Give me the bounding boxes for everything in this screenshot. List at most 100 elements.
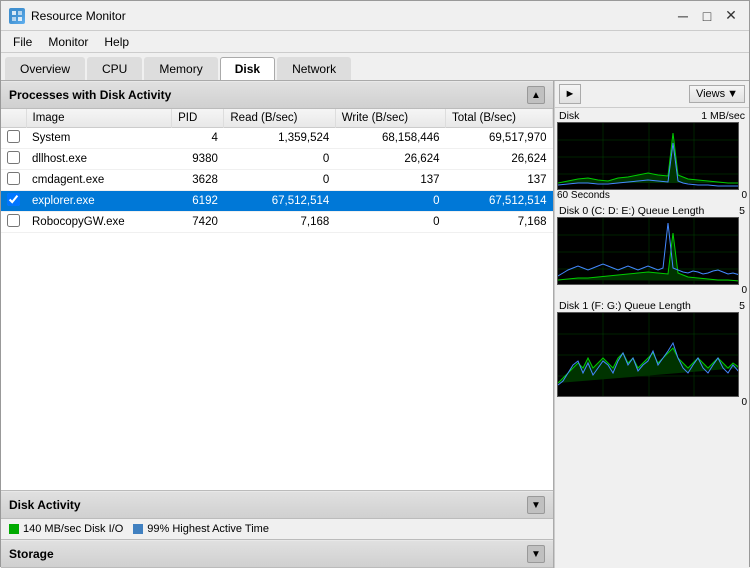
menu-help[interactable]: Help [96,33,137,51]
tab-disk[interactable]: Disk [220,57,275,80]
close-button[interactable]: ✕ [721,6,741,26]
tab-cpu[interactable]: CPU [87,57,142,80]
disk-io-dot [9,524,19,534]
views-dropdown-icon: ▼ [727,88,738,100]
processes-header[interactable]: Processes with Disk Activity ▲ [1,81,553,109]
table-header-row: Image PID Read (B/sec) Write (B/sec) Tot… [1,109,553,128]
chart-disk-time: 60 Seconds [557,190,610,201]
processes-section: Processes with Disk Activity ▲ Image PID… [1,81,553,490]
chart-disk-label-row: Disk 1 MB/sec [557,110,747,122]
chart-disk0: Disk 0 (C: D: E:) Queue Length 5 [557,205,747,296]
chart-disk-scale: 1 MB/sec [701,110,745,122]
tab-network[interactable]: Network [277,57,351,80]
chart-disk1: Disk 1 (F: G:) Queue Length 5 [557,300,747,408]
row-write: 0 [335,191,445,212]
chart-disk-svg [557,122,739,190]
chart-disk0-label: Disk 0 (C: D: E:) Queue Length [559,205,704,217]
row-write: 68,158,446 [335,128,445,149]
row-read: 1,359,524 [224,128,335,149]
active-time-indicator: 99% Highest Active Time [133,523,269,535]
row-read: 0 [224,149,335,170]
row-checkbox-cell [1,191,26,212]
chart-disk0-scale: 5 [739,205,745,217]
active-time-dot [133,524,143,534]
storage-header[interactable]: Storage ▼ [1,540,553,568]
row-total: 7,168 [446,212,553,233]
table-row[interactable]: System 4 1,359,524 68,158,446 69,517,970 [1,128,553,149]
disk-io-label: 140 MB/sec Disk I/O [23,523,123,535]
charts-area: Disk 1 MB/sec [555,108,749,568]
col-image[interactable]: Image [26,109,172,128]
row-write: 137 [335,170,445,191]
row-image: RobocopyGW.exe [26,212,172,233]
row-write: 0 [335,212,445,233]
disk-activity-header[interactable]: Disk Activity ▼ [1,491,553,519]
col-read[interactable]: Read (B/sec) [224,109,335,128]
views-label: Views [696,88,725,100]
row-pid: 4 [172,128,224,149]
table-row[interactable]: cmdagent.exe 3628 0 137 137 [1,170,553,191]
chart-disk0-bottom-scale: 0 [741,285,747,296]
row-checkbox-cell [1,170,26,191]
table-row[interactable]: RobocopyGW.exe 7420 7,168 0 7,168 [1,212,553,233]
maximize-button[interactable]: □ [697,6,717,26]
chart-disk1-label-row: Disk 1 (F: G:) Queue Length 5 [557,300,747,312]
tab-overview[interactable]: Overview [5,57,85,80]
views-button[interactable]: Views ▼ [689,85,745,103]
tab-memory[interactable]: Memory [144,57,217,80]
row-read: 7,168 [224,212,335,233]
chart-disk-label: Disk [559,110,579,122]
row-write: 26,624 [335,149,445,170]
row-image: System [26,128,172,149]
row-checkbox[interactable] [7,130,20,143]
storage-collapse-btn[interactable]: ▼ [527,545,545,563]
active-time-label: 99% Highest Active Time [147,523,269,535]
chart-disk0-label-row: Disk 0 (C: D: E:) Queue Length 5 [557,205,747,217]
main-layout: Processes with Disk Activity ▲ Image PID… [1,81,749,568]
row-total: 26,624 [446,149,553,170]
app-icon [9,8,25,24]
processes-table: Image PID Read (B/sec) Write (B/sec) Tot… [1,109,553,233]
row-checkbox-cell [1,149,26,170]
row-pid: 7420 [172,212,224,233]
processes-collapse-btn[interactable]: ▲ [527,86,545,104]
minimize-button[interactable]: ─ [673,6,693,26]
storage-title: Storage [9,547,527,561]
col-total[interactable]: Total (B/sec) [446,109,553,128]
row-total: 137 [446,170,553,191]
row-total: 69,517,970 [446,128,553,149]
chart-disk1-svg [557,312,739,397]
processes-table-container[interactable]: Image PID Read (B/sec) Write (B/sec) Tot… [1,109,553,490]
row-image: explorer.exe [26,191,172,212]
row-checkbox[interactable] [7,172,20,185]
menu-monitor[interactable]: Monitor [40,33,96,51]
col-write[interactable]: Write (B/sec) [335,109,445,128]
row-total: 67,512,514 [446,191,553,212]
row-checkbox[interactable] [7,193,20,206]
processes-title: Processes with Disk Activity [9,88,527,102]
menu-bar: File Monitor Help [1,31,749,53]
menu-file[interactable]: File [5,33,40,51]
table-row[interactable]: dllhost.exe 9380 0 26,624 26,624 [1,149,553,170]
row-checkbox-cell [1,128,26,149]
row-image: cmdagent.exe [26,170,172,191]
table-row[interactable]: explorer.exe 6192 67,512,514 0 67,512,51… [1,191,553,212]
chart-disk-bottom-scale: 0 [741,190,747,201]
col-pid[interactable]: PID [172,109,224,128]
chart-disk0-svg [557,217,739,285]
row-checkbox[interactable] [7,151,20,164]
left-panel: Processes with Disk Activity ▲ Image PID… [1,81,554,568]
disk-activity-collapse-btn[interactable]: ▼ [527,496,545,514]
chart-disk1-body [557,312,747,397]
row-checkbox[interactable] [7,214,20,227]
chart-disk1-label: Disk 1 (F: G:) Queue Length [559,300,691,312]
right-panel: ► Views ▼ Disk 1 MB/sec [554,81,749,568]
chart-disk: Disk 1 MB/sec [557,110,747,201]
chart-disk0-body [557,217,747,285]
right-toolbar-arrow-btn[interactable]: ► [559,84,581,104]
title-bar: Resource Monitor ─ □ ✕ [1,1,749,31]
row-pid: 6192 [172,191,224,212]
row-pid: 9380 [172,149,224,170]
storage-section: Storage ▼ [1,539,553,568]
chart-disk1-scale: 5 [739,300,745,312]
